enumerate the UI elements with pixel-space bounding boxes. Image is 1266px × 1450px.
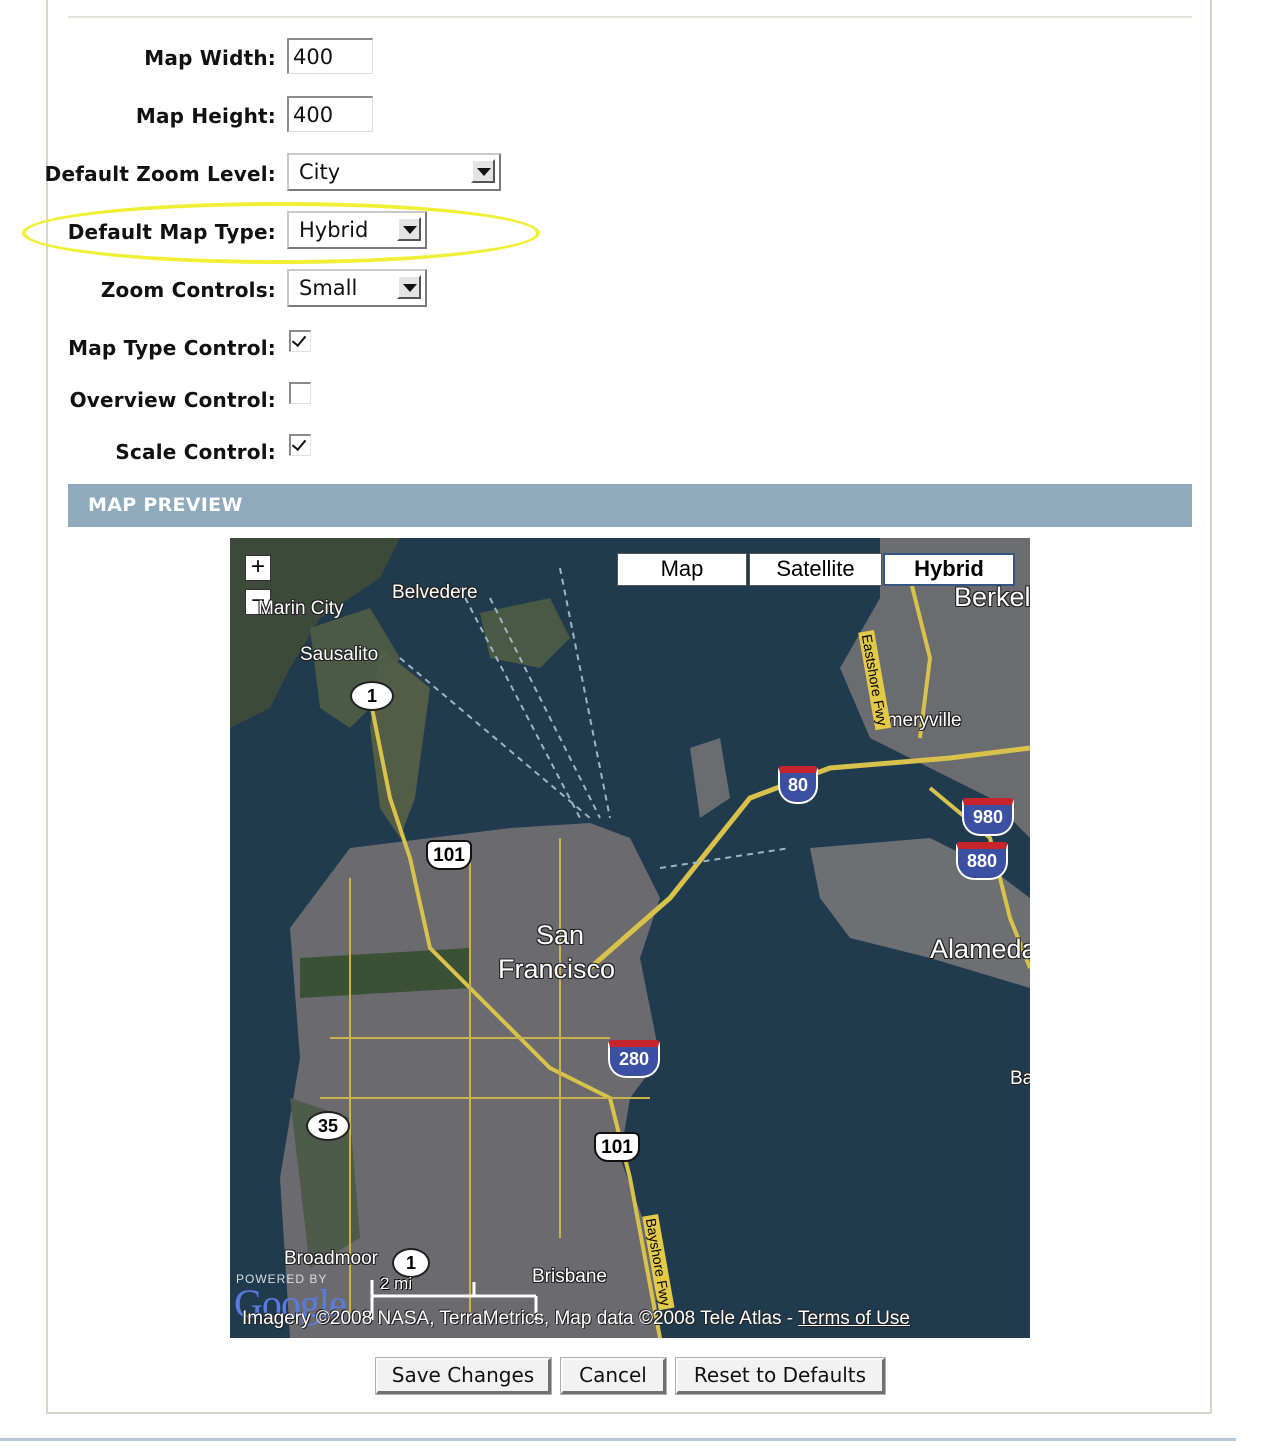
attribution-text: Imagery ©2008 NASA, TerraMetrics, Map da… xyxy=(242,1308,799,1329)
interstate-880-shield: 880 xyxy=(956,842,1008,880)
route-35-shield: 35 xyxy=(306,1111,350,1141)
map-height-input[interactable]: 400 xyxy=(287,96,373,132)
map-attribution: Imagery ©2008 NASA, TerraMetrics, Map da… xyxy=(242,1308,910,1330)
scale-label: 2 mi xyxy=(380,1274,413,1293)
zoom-controls-label: Zoom Controls: xyxy=(100,278,276,302)
map-label: Francisco xyxy=(498,954,616,984)
terms-of-use-link[interactable]: Terms of Use xyxy=(798,1308,910,1329)
map-type-satellite-button[interactable]: Satellite xyxy=(749,553,882,586)
map-preview[interactable]: + − Map Satellite Hybrid Marin City Belv… xyxy=(230,538,1030,1338)
map-label: Brisbane xyxy=(532,1266,607,1287)
map-width-label: Map Width: xyxy=(144,46,276,70)
overview-control-label: Overview Control: xyxy=(69,388,276,412)
map-label: San xyxy=(536,920,585,950)
map-label: Marin City xyxy=(258,598,344,619)
zoom-level-select[interactable]: City xyxy=(287,153,501,191)
checkmark-icon xyxy=(291,331,307,348)
scale-control-label: Scale Control: xyxy=(115,440,276,464)
interstate-980-shield: 980 xyxy=(962,798,1014,836)
chevron-down-icon xyxy=(471,159,495,183)
map-label: Sausalito xyxy=(300,644,379,665)
reset-to-defaults-button[interactable]: Reset to Defaults xyxy=(675,1357,886,1395)
map-label: Broadmoor xyxy=(284,1248,378,1269)
overview-control-row: Overview Control: xyxy=(0,382,1266,422)
bottom-divider xyxy=(0,1438,1236,1441)
map-label: Ba xyxy=(1010,1068,1030,1089)
map-type-control-checkbox[interactable] xyxy=(289,330,311,352)
save-changes-button[interactable]: Save Changes xyxy=(375,1357,552,1395)
checkmark-icon xyxy=(291,435,307,452)
scale-control-checkbox[interactable] xyxy=(289,434,311,456)
map-label: Berkel xyxy=(954,582,1030,612)
cancel-button[interactable]: Cancel xyxy=(560,1357,667,1395)
highlight-ellipse xyxy=(22,202,540,264)
map-label: Belvedere xyxy=(392,582,478,603)
zoom-controls-row: Zoom Controls: Small xyxy=(0,269,1266,309)
zoom-level-value: City xyxy=(299,160,341,184)
route-101-shield: 101 xyxy=(594,1132,640,1162)
zoom-level-row: Default Zoom Level: City xyxy=(0,153,1266,193)
zoom-in-button[interactable]: + xyxy=(245,555,271,581)
route-1-shield: 1 xyxy=(350,681,394,711)
zoom-controls-select[interactable]: Small xyxy=(287,269,427,307)
scale-control-row: Scale Control: xyxy=(0,434,1266,474)
map-type-control-row: Map Type Control: xyxy=(0,330,1266,370)
zoom-controls-value: Small xyxy=(299,276,358,300)
chevron-down-icon xyxy=(397,275,421,299)
map-label: Alameda xyxy=(930,934,1030,964)
map-type-map-button[interactable]: Map xyxy=(617,553,747,586)
top-divider xyxy=(68,16,1192,18)
map-height-row: Map Height: 400 xyxy=(0,96,1266,136)
map-width-row: Map Width: 400 xyxy=(0,38,1266,78)
route-101-shield: 101 xyxy=(426,840,472,870)
overview-control-checkbox[interactable] xyxy=(289,382,311,404)
map-preview-header: MAP PREVIEW xyxy=(68,484,1192,527)
zoom-level-label: Default Zoom Level: xyxy=(44,162,276,186)
interstate-280-shield: 280 xyxy=(608,1040,660,1078)
interstate-80-shield: 80 xyxy=(778,766,818,804)
map-width-input[interactable]: 400 xyxy=(287,38,373,74)
map-type-control-label: Map Type Control: xyxy=(68,336,276,360)
map-height-label: Map Height: xyxy=(135,104,276,128)
